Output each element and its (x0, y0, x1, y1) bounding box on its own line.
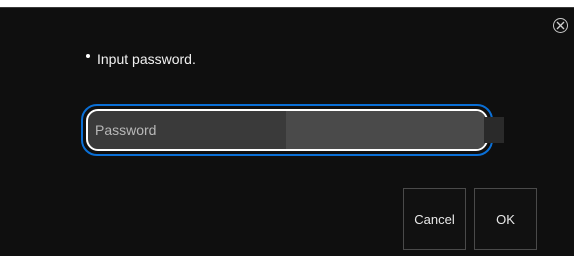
password-field-tail (484, 117, 504, 143)
close-icon (556, 21, 565, 30)
prompt-message: Input password. (86, 51, 196, 67)
prompt-message-text: Input password. (97, 51, 196, 67)
cancel-button[interactable]: Cancel (403, 188, 466, 250)
ok-button[interactable]: OK (474, 188, 537, 250)
close-button[interactable] (553, 18, 568, 33)
password-field-focus-ring (81, 104, 493, 156)
bullet-dot-icon (86, 54, 90, 58)
password-dialog: Input password. Cancel OK (0, 7, 574, 256)
password-input[interactable] (88, 111, 486, 149)
password-field-container (86, 109, 488, 151)
